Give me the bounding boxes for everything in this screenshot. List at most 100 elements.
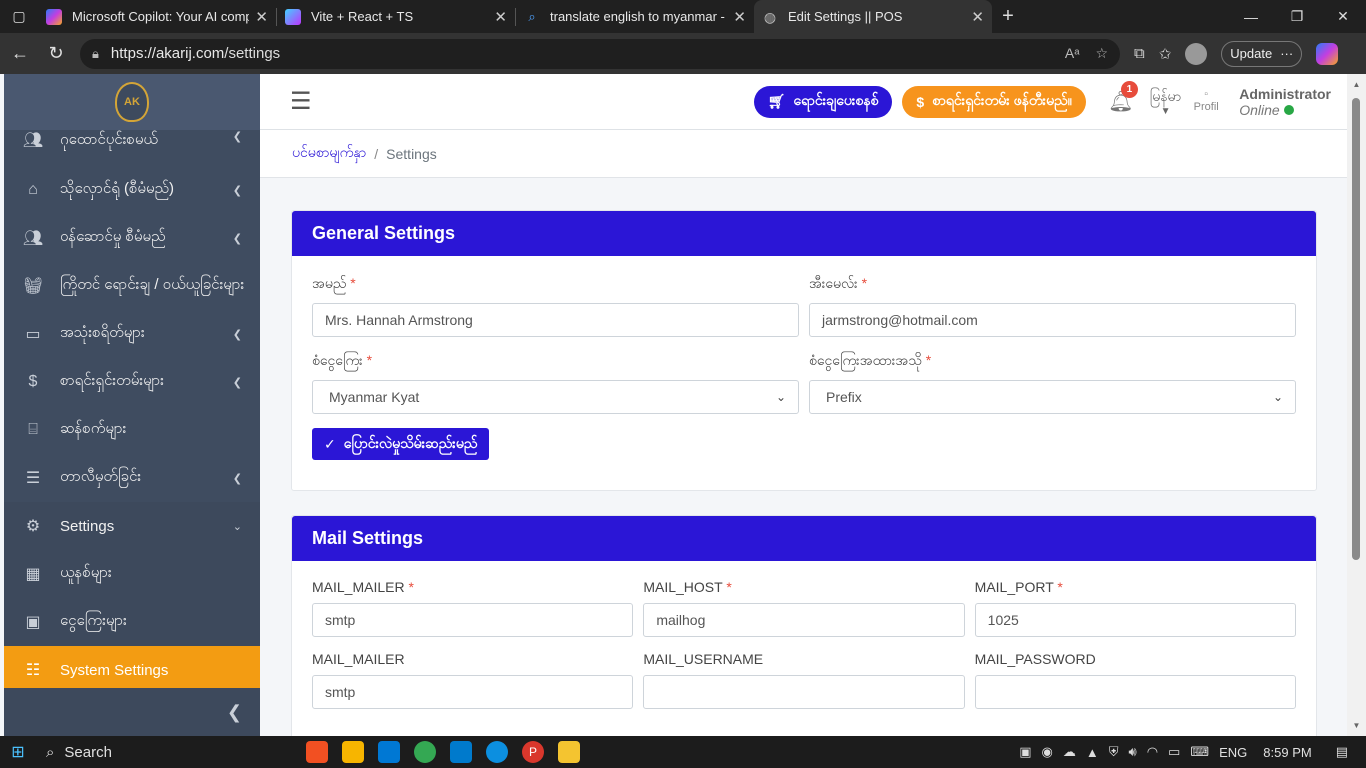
mail-settings-form: MAIL_MAILER * smtp MAIL_HOST * mailhog M… — [292, 561, 1316, 736]
currency-position-label-text: စံငွေကြေးအထားအသို — [809, 352, 922, 368]
dollar-icon: $ — [916, 93, 925, 110]
currency-select[interactable]: Myanmar Kyat ⌄ — [312, 380, 799, 414]
taskbar-search[interactable]: ⌕ Search — [36, 736, 236, 768]
user-info[interactable]: Administrator Online — [1239, 86, 1331, 118]
close-window-icon[interactable]: ✕ — [1320, 0, 1366, 33]
notifications-button[interactable]: 🔔︎ 1 — [1102, 81, 1140, 114]
scroll-up-icon[interactable]: ▲ — [1347, 80, 1366, 89]
sidebar-item-label: ယူနစ်များ — [60, 564, 112, 581]
close-icon[interactable]: ✕ — [255, 8, 268, 26]
volume-icon[interactable]: 🔊︎ — [1129, 744, 1137, 760]
more-icon: ··· — [1280, 46, 1294, 61]
lock-icon[interactable]: 🔒︎ — [92, 46, 99, 62]
wifi-icon[interactable]: ◠ — [1147, 744, 1158, 760]
tab-translate[interactable]: ⌕ translate english to myanmar - Se ✕ — [516, 0, 754, 33]
brand-logo[interactable]: AK — [4, 74, 260, 130]
currency-position-select[interactable]: Prefix ⌄ — [809, 380, 1296, 414]
mail-port-input[interactable]: 1025 — [974, 603, 1296, 637]
tab-copilot[interactable]: Microsoft Copilot: Your AI compa ✕ — [38, 0, 276, 33]
sidebar-item-preorders[interactable]: 🧺︎ ကြိုတင် ရောင်းချ / ဝယ်ယူခြင်းများ — [4, 262, 260, 310]
vite-favicon-icon — [285, 8, 301, 25]
sidebar-collapse-button[interactable]: ❮ — [4, 688, 260, 736]
close-icon[interactable]: ✕ — [733, 8, 746, 26]
clock-time[interactable]: 8:59 PM — [1263, 745, 1311, 760]
sidebar-item-tally[interactable]: ☰ တာလီမှတ်ခြင်း ❮ — [4, 454, 260, 502]
sidebar-item-expenses[interactable]: ▭ အသုံးစရိတ်များ ❮ — [4, 310, 260, 358]
scrollbar-thumb[interactable] — [1352, 98, 1360, 560]
app-icon[interactable] — [342, 741, 364, 763]
close-icon[interactable]: ✕ — [971, 8, 984, 26]
edge-icon[interactable] — [486, 741, 508, 763]
sidebar-item-system-settings[interactable]: ☷ System Settings — [4, 646, 260, 694]
cloud-icon[interactable]: ☁ — [1063, 744, 1076, 760]
sidebar-item-warehouse[interactable]: ⌂ သိုလှောင်ရုံ (စီမံမည်) ❮ — [4, 166, 260, 214]
sidebar-item-settings[interactable]: ⚙ Settings ⌄ — [4, 502, 260, 550]
profile-image[interactable]: ▫ Profil — [1191, 89, 1221, 114]
url-icons: Aᵃ ☆ — [1065, 45, 1108, 62]
mail-mailer-2-input[interactable]: smtp — [312, 675, 634, 709]
browser-profile-avatar[interactable] — [1185, 42, 1208, 65]
app-p-icon[interactable]: P — [522, 741, 544, 763]
notification-center-icon[interactable]: ▤ — [1336, 744, 1348, 760]
scroll-down-icon[interactable]: ▼ — [1347, 721, 1366, 730]
sidebar-item-customers[interactable]: 👥︎ ဂုထောင်ပုင်းစမယ် ❮ — [4, 130, 260, 166]
tab-vite[interactable]: Vite + React + TS ✕ — [277, 0, 515, 33]
mail-username-input[interactable] — [643, 675, 965, 709]
sidebar-item-label: Settings — [60, 517, 115, 535]
tray-app-icon[interactable]: ◉ — [1042, 744, 1053, 760]
sidebar-item-currencies[interactable]: ▣ ငွေကြေးများ — [4, 598, 260, 646]
mail-password-input[interactable] — [974, 675, 1296, 709]
new-tab-button[interactable]: + — [992, 5, 1024, 28]
create-report-button[interactable]: $ စာရင်းရှင်းတမ်း ဖန်တီးမည်။ — [902, 85, 1086, 118]
minimize-icon[interactable]: — — [1228, 0, 1274, 33]
page-scrollbar[interactable]: ▲ ▼ — [1347, 74, 1366, 736]
url-input[interactable]: 🔒︎ https://akarij.com/settings Aᵃ ☆ — [80, 38, 1120, 69]
desktop-app-icon[interactable] — [378, 741, 400, 763]
email-input[interactable]: jarmstrong@hotmail.com — [809, 303, 1296, 337]
sidebar-item-label: တာလီမှတ်ခြင်း — [60, 468, 142, 485]
tab-edit-settings[interactable]: ◍ Edit Settings || POS ✕ — [754, 0, 992, 33]
chrome-icon[interactable] — [414, 741, 436, 763]
mail-host-label: MAIL_HOST * — [643, 579, 964, 595]
language-dropdown[interactable]: မြန်မာ ▼ — [1150, 87, 1181, 117]
mail-mailer-input[interactable]: smtp — [312, 603, 634, 637]
back-icon[interactable]: ← — [2, 36, 38, 72]
favorites-icon[interactable]: ✩ — [1159, 45, 1172, 63]
sidebar-item-services[interactable]: 👥︎ ဝန်ဆောင်မှု စီမံမည် ❮ — [4, 214, 260, 262]
sidebar-item-reports[interactable]: $ စာရင်းရှင်းတမ်းများ ❮ — [4, 358, 260, 406]
hamburger-menu-icon[interactable]: ☰ — [290, 87, 312, 116]
read-aloud-icon[interactable]: Aᵃ — [1065, 45, 1080, 62]
tray-app-icon[interactable]: ▣ — [1019, 744, 1031, 760]
close-icon[interactable]: ✕ — [494, 8, 507, 26]
sidebar-item-label: သိုလှောင်ရုံ (စီမံမည်) — [60, 180, 175, 197]
input-language[interactable]: ENG — [1219, 745, 1247, 760]
mail-host-input[interactable]: mailhog — [643, 603, 965, 637]
vlc-icon[interactable]: ▲ — [1086, 745, 1099, 760]
email-field: အီးမေလ်း * jarmstrong@hotmail.com — [809, 274, 1296, 337]
battery-icon[interactable]: ▭ — [1168, 744, 1180, 760]
tab-actions-icon[interactable]: ▢ — [0, 0, 38, 33]
restore-icon[interactable]: ❐ — [1274, 0, 1320, 33]
windows-start-icon[interactable]: ⊞ — [0, 742, 36, 762]
breadcrumb-home-link[interactable]: ပင်မစာမျက်နှာ — [292, 143, 366, 164]
file-explorer-icon[interactable] — [558, 741, 580, 763]
copilot-icon[interactable] — [1316, 42, 1339, 65]
check-icon: ✓ — [324, 435, 336, 452]
card-title: General Settings — [292, 211, 1316, 256]
favorite-star-icon[interactable]: ☆ — [1095, 45, 1108, 62]
sidebar-item-units[interactable]: ▦ ယူနစ်များ — [4, 550, 260, 598]
topnav-actions: 🛒︎ ရောင်းချပေးစနစ် $ စာရင်းရှင်းတမ်း ဖန်… — [753, 81, 1331, 118]
office-app-icon[interactable] — [306, 741, 328, 763]
vscode-icon[interactable] — [450, 741, 472, 763]
pos-button[interactable]: 🛒︎ ရောင်းချပေးစနစ် — [753, 85, 893, 118]
security-shield-icon[interactable]: ⛨ — [1109, 744, 1119, 760]
keyboard-icon[interactable]: ⌨ — [1190, 744, 1209, 760]
breadcrumb: ပင်မစာမျက်နှာ / Settings — [260, 130, 1347, 178]
refresh-icon[interactable]: ↻ — [38, 36, 74, 72]
save-changes-button[interactable]: ✓ ပြောင်းလဲမှုသိမ်းဆည်းမည် — [312, 428, 490, 460]
sidebar-item-mills[interactable]: ⌸ ဆန်စက်များ — [4, 406, 260, 454]
update-button[interactable]: Update ··· — [1221, 40, 1303, 67]
extensions-icon[interactable]: ⧉ — [1134, 45, 1145, 62]
name-input[interactable]: Mrs. Hannah Armstrong — [312, 303, 799, 337]
tab-title: translate english to myanmar - Se — [550, 9, 728, 24]
